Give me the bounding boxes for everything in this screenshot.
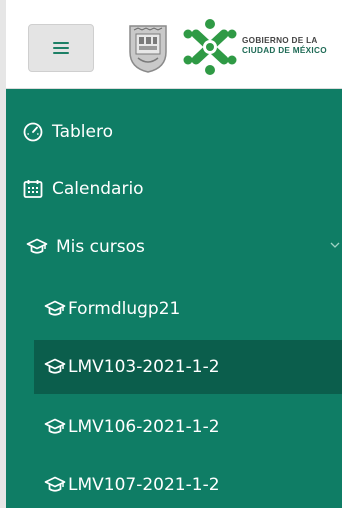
sidebar-item-lmv103[interactable]: LMV103-2021-1-2	[34, 340, 342, 394]
sidebar-item-label: LMV107-2021-1-2	[68, 475, 220, 495]
sidebar-item-label: Mis cursos	[56, 237, 145, 257]
sidebar-item-label: LMV103-2021-1-2	[68, 357, 220, 377]
government-name: GOBIERNO DE LA CIUDAD DE MÉXICO	[242, 36, 327, 56]
graduation-cap-icon	[44, 358, 66, 374]
sidebar-item-label: Tablero	[52, 122, 113, 142]
app-frame: GOBIERNO DE LA CIUDAD DE MÉXICO Tablero	[0, 0, 342, 508]
sidebar-item-lmv107[interactable]: LMV107-2021-1-2	[6, 458, 342, 508]
sidebar-item-label: LMV106-2021-1-2	[68, 417, 220, 437]
gauge-icon	[23, 122, 43, 142]
sidebar-nav: Tablero Calendario Mis cursos Formdlugp2…	[6, 89, 342, 508]
menu-toggle-button[interactable]	[28, 24, 94, 72]
calendar-icon	[23, 180, 43, 198]
graduation-cap-icon	[44, 418, 66, 434]
sidebar-item-formdlugp21[interactable]: Formdlugp21	[6, 282, 342, 336]
graduation-cap-icon	[44, 300, 66, 316]
sidebar-item-label: Calendario	[52, 179, 144, 199]
sidebar-item-calendario[interactable]: Calendario	[6, 162, 342, 216]
gov-line-2: CIUDAD DE MÉXICO	[242, 46, 327, 55]
sidebar-item-lmv106[interactable]: LMV106-2021-1-2	[6, 400, 342, 454]
hamburger-icon	[53, 42, 69, 54]
gov-line-1: GOBIERNO DE LA	[242, 36, 318, 45]
sidebar-item-tablero[interactable]: Tablero	[6, 105, 342, 159]
cdmx-coat-of-arms-icon	[129, 25, 167, 73]
chevron-down-icon[interactable]	[330, 240, 340, 250]
top-header: GOBIERNO DE LA CIUDAD DE MÉXICO	[6, 0, 342, 89]
sidebar-item-label: Formdlugp21	[68, 299, 181, 319]
graduation-cap-icon	[44, 476, 66, 492]
cdmx-logo-icon	[183, 19, 237, 75]
sidebar-item-mis-cursos[interactable]: Mis cursos	[6, 220, 342, 274]
graduation-cap-icon	[26, 238, 48, 254]
